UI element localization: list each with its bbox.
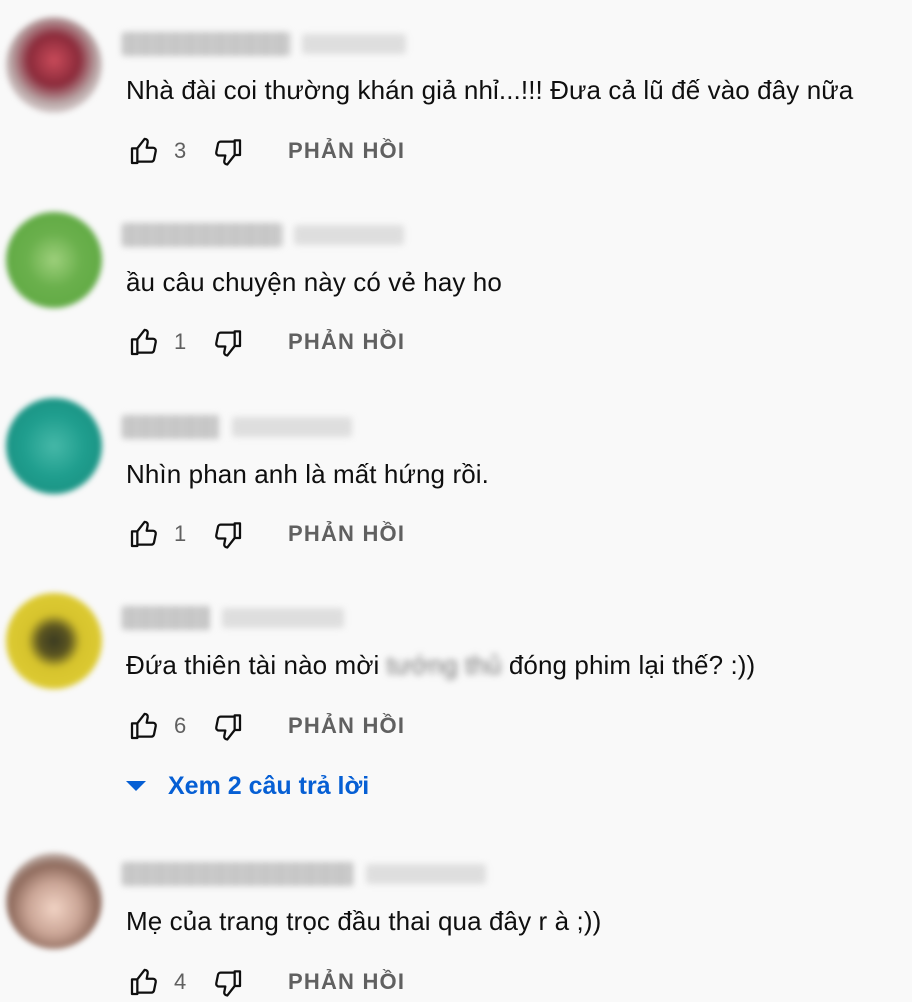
thumbs-up-icon[interactable] — [126, 964, 162, 1000]
like-count: 1 — [174, 521, 187, 546]
author-name-blurred[interactable] — [122, 27, 406, 61]
avatar[interactable] — [6, 398, 102, 494]
comment-text-part: đóng phim lại thế? :)) — [501, 650, 756, 680]
thumbs-up-icon[interactable] — [126, 133, 162, 169]
comment-text: ầu câu chuyện này có vẻ hay ho — [126, 267, 502, 297]
reply-button[interactable]: PHẢN HỒI — [288, 521, 405, 547]
comment-actions: 3 PHẢN HỒI — [126, 131, 405, 171]
view-replies-button[interactable]: Xem 2 câu trả lời — [122, 766, 369, 806]
comment-actions: 6 PHẢN HỒI — [126, 706, 405, 746]
thumbs-up-icon[interactable] — [126, 324, 162, 360]
comment-actions: 1 PHẢN HỒI — [126, 514, 405, 554]
comment-actions: 1 PHẢN HỒI — [126, 322, 405, 362]
view-replies-label: Xem 2 câu trả lời — [168, 771, 370, 800]
author-name-blurred[interactable] — [122, 857, 486, 891]
caret-down-icon — [126, 781, 146, 791]
like-count: 4 — [174, 969, 187, 994]
thumbs-down-icon[interactable] — [210, 324, 246, 360]
avatar[interactable] — [6, 853, 102, 949]
comment-text-part: Đứa thiên tài nào mời — [126, 650, 387, 680]
like-count: 3 — [174, 138, 187, 163]
author-name-blurred[interactable] — [122, 218, 404, 252]
avatar[interactable] — [6, 593, 102, 689]
avatar[interactable] — [6, 212, 102, 308]
avatar[interactable] — [6, 17, 102, 113]
comment-text: Nhìn phan anh là mất hứng rồi. — [126, 459, 489, 489]
like-count: 1 — [174, 329, 187, 354]
thumbs-down-icon[interactable] — [210, 708, 246, 744]
thumbs-down-icon[interactable] — [210, 964, 246, 1000]
like-count: 6 — [174, 713, 187, 738]
author-name-blurred[interactable] — [122, 410, 352, 444]
author-name-blurred[interactable] — [122, 601, 344, 635]
thumbs-up-icon[interactable] — [126, 708, 162, 744]
thumbs-down-icon[interactable] — [210, 133, 246, 169]
reply-button[interactable]: PHẢN HỒI — [288, 138, 405, 164]
reply-button[interactable]: PHẢN HỒI — [288, 713, 405, 739]
reply-button[interactable]: PHẢN HỒI — [288, 329, 405, 355]
comment-text: Nhà đài coi thường khán giả nhỉ...!!! Đư… — [126, 75, 854, 105]
thumbs-up-icon[interactable] — [126, 516, 162, 552]
comment-text: Mẹ của trang trọc đầu thai qua đây r à ;… — [126, 906, 602, 936]
comment-text: Đứa thiên tài nào mời tướng thủ đóng phi… — [126, 648, 755, 682]
thumbs-down-icon[interactable] — [210, 516, 246, 552]
reply-button[interactable]: PHẢN HỒI — [288, 969, 405, 995]
blurred-name: tướng thủ — [386, 650, 502, 680]
comment-actions: 4 PHẢN HỒI — [126, 962, 405, 1002]
